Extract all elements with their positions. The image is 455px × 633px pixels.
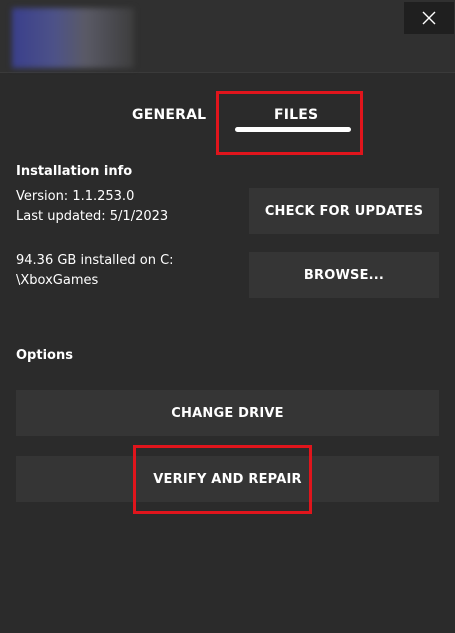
version-text: Version: 1.1.253.0 <box>16 189 135 204</box>
install-path-text: \XboxGames <box>16 273 99 288</box>
change-drive-label: CHANGE DRIVE <box>171 405 284 421</box>
files-tab-highlight <box>216 91 363 155</box>
check-for-updates-button[interactable]: CHECK FOR UPDATES <box>249 188 439 234</box>
verify-repair-highlight <box>133 445 312 514</box>
app-header <box>0 0 455 73</box>
install-size-text: 94.36 GB installed on C: <box>16 253 174 268</box>
options-heading: Options <box>16 348 73 363</box>
browse-button[interactable]: BROWSE... <box>249 252 439 298</box>
check-for-updates-label: CHECK FOR UPDATES <box>264 203 424 219</box>
tab-general[interactable]: GENERAL <box>132 107 206 123</box>
close-button[interactable] <box>404 2 454 34</box>
change-drive-button[interactable]: CHANGE DRIVE <box>16 390 439 436</box>
installation-info-heading: Installation info <box>16 164 133 179</box>
last-updated-text: Last updated: 5/1/2023 <box>16 209 169 224</box>
close-icon <box>422 11 436 25</box>
game-artwork <box>12 8 134 68</box>
browse-label: BROWSE... <box>303 267 385 283</box>
